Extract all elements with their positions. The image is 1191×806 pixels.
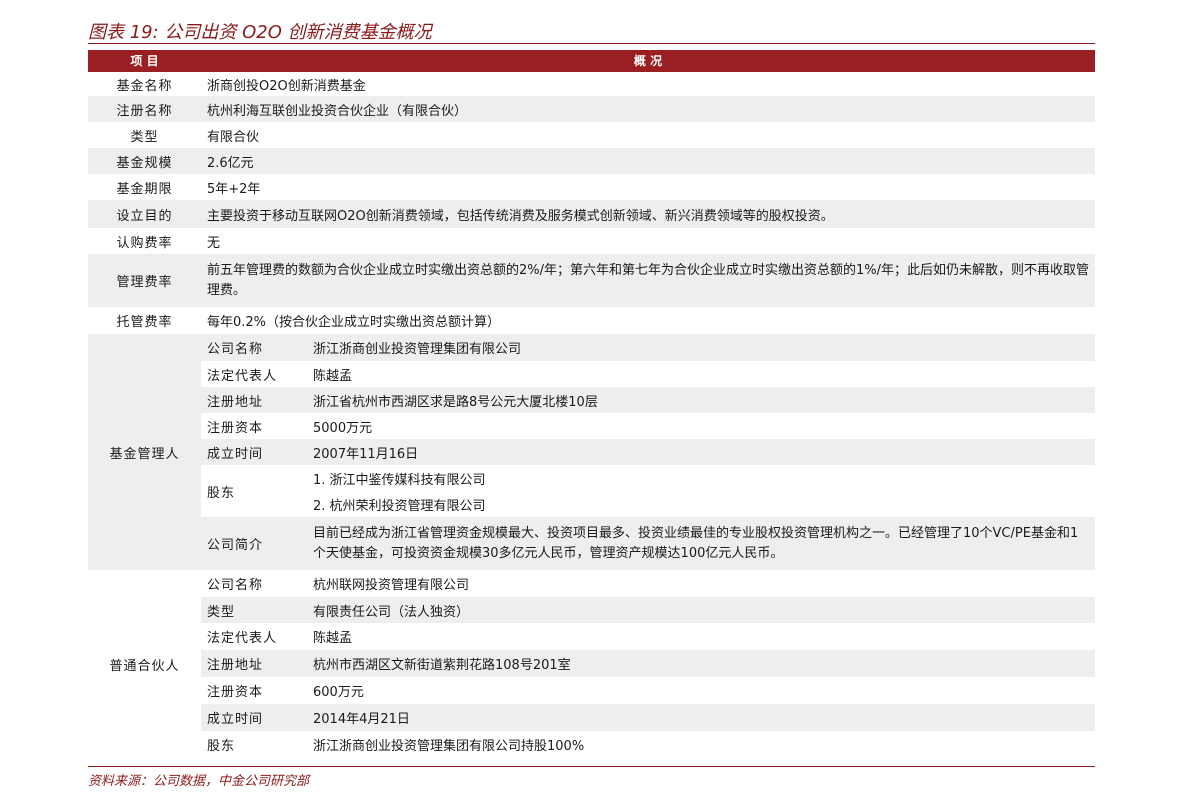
gp-item-label: 公司名称 [207, 578, 264, 593]
table-bottom-rule [88, 766, 1095, 767]
manager-item-value: 浙江浙商创业投资管理集团有限公司 [307, 334, 1095, 361]
row-value: 杭州利海互联创业投资合伙企业（有限合伙） [201, 96, 1095, 122]
gp-item-value: 浙江浙商创业投资管理集团有限公司持股100% [313, 739, 585, 754]
row-label: 管理费率 [88, 254, 201, 307]
row-value: 有限合伙 [207, 129, 260, 145]
row-label: 注册名称 [88, 96, 201, 122]
row-value: 2.6亿元 [201, 148, 1095, 174]
source-note: 资料来源：公司数据，中金公司研究部 [88, 774, 310, 789]
header-col-overview: 概 况 [633, 54, 663, 68]
row-value: 每年0.2%（按合伙企业成立时实缴出资总额计算） [207, 315, 501, 330]
gp-item-label: 股东 [207, 739, 236, 754]
row-label: 设立目的 [88, 200, 201, 228]
manager-item-value: 陈越孟 [313, 368, 353, 384]
manager-item-label: 公司简介 [201, 517, 307, 570]
gp-item-value: 杭州联网投资管理有限公司 [313, 578, 470, 593]
title-rule [88, 43, 1095, 44]
manager-item-value: 目前已经成为浙江省管理资金规模最大、投资项目最多、投资业绩最佳的专业股权投资管理… [307, 517, 1095, 570]
row-label: 认购费率 [116, 235, 173, 251]
manager-item-value: 浙江省杭州市西湖区求是路8号公元大厦北楼10层 [307, 387, 1095, 413]
gp-item-value: 有限责任公司（法人独资） [307, 597, 1095, 623]
row-value: 前五年管理费的数额为合伙企业成立时实缴出资总额的2%/年；第六年和第七年为合伙企… [201, 254, 1095, 307]
gp-item-value: 杭州市西湖区文新街道紫荆花路108号201室 [307, 650, 1095, 677]
manager-item-label: 注册资本 [207, 420, 264, 436]
manager-label: 基金管理人 [88, 334, 201, 570]
gp-item-value: 600万元 [313, 685, 364, 700]
manager-item-label: 公司名称 [201, 334, 307, 361]
row-label: 基金规模 [88, 148, 201, 174]
gp-item-value: 2014年4月21日 [307, 704, 1095, 731]
manager-item-value: 2007年11月16日 [307, 439, 1095, 465]
manager-item-label: 法定代表人 [207, 368, 278, 384]
row-label: 类型 [130, 129, 159, 145]
table-header: 项 目 概 况 [88, 50, 1095, 72]
gp-item-label: 注册资本 [207, 685, 264, 700]
manager-item-label: 注册地址 [201, 387, 307, 413]
gp-item-label: 法定代表人 [207, 631, 278, 646]
manager-item-label: 股东 [207, 485, 236, 501]
manager-item-label: 成立时间 [201, 439, 307, 465]
gp-item-value: 陈越孟 [313, 631, 353, 646]
gp-item-label: 成立时间 [201, 704, 307, 731]
row-label: 基金期限 [116, 181, 173, 197]
row-value: 浙商创投O2O创新消费基金 [207, 78, 366, 94]
figure-title: 图表 19: 公司出资 O2O 创新消费基金概况 [88, 22, 432, 43]
header-col-item: 项 目 [130, 54, 159, 68]
row-value: 5年+2年 [207, 181, 261, 197]
row-label: 托管费率 [116, 315, 173, 330]
manager-shareholder-2: 2. 杭州荣利投资管理有限公司 [313, 498, 486, 514]
manager-shareholder-1: 1. 浙江中鉴传媒科技有限公司 [313, 472, 486, 488]
row-label: 基金名称 [116, 78, 173, 94]
gp-label: 普通合伙人 [109, 658, 180, 674]
gp-item-label: 注册地址 [201, 650, 307, 677]
manager-item-value: 5000万元 [313, 420, 373, 436]
gp-item-label: 类型 [201, 597, 307, 623]
row-value: 无 [207, 235, 221, 251]
row-value: 主要投资于移动互联网O2O创新消费领域，包括传统消费及服务模式创新领域、新兴消费… [201, 200, 1095, 228]
